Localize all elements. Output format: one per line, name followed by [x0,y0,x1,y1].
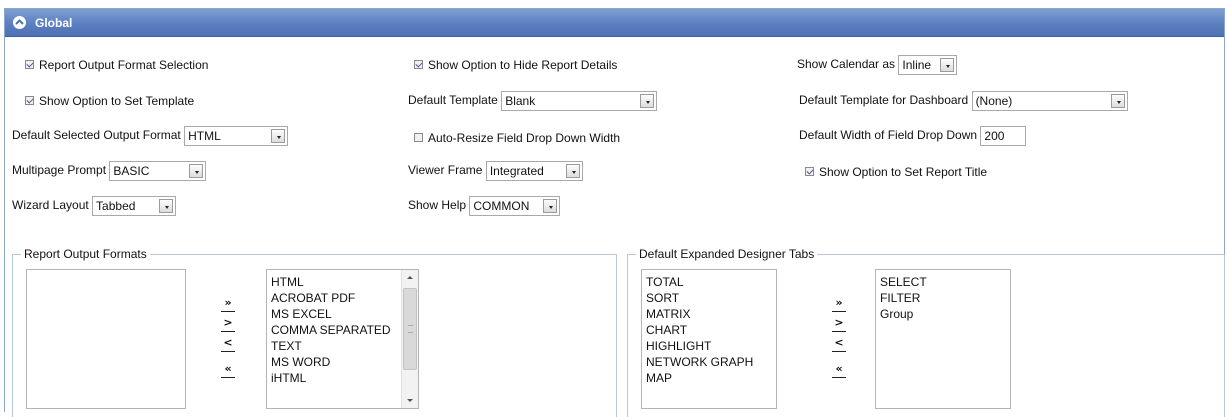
show-option-set-report-title-checkbox[interactable] [805,167,814,177]
report-output-format-selection-option[interactable]: Report Output Format Selection [25,58,208,72]
multipage-prompt-select[interactable]: BASIC [109,161,207,181]
wizard-layout-row: Wizard Layout Tabbed [12,196,177,216]
multipage-prompt-value: BASIC [113,164,150,178]
list-item[interactable]: MS EXCEL [271,306,418,322]
global-panel: Global Report Output Format Selection Sh… [4,8,1225,417]
default-template-dashboard-label: Default Template for Dashboard [799,93,969,108]
list-item[interactable]: TEXT [271,338,418,354]
show-calendar-as-row: Show Calendar as Inline [797,55,958,75]
chevron-down-icon[interactable] [271,129,286,143]
show-calendar-as-select[interactable]: Inline [898,55,958,75]
list-item[interactable]: SORT [646,290,776,306]
list-item[interactable]: HTML [271,274,418,290]
show-help-row: Show Help COMMON [408,196,561,216]
show-help-label: Show Help [408,198,467,213]
default-template-dashboard-value: (None) [975,94,1013,108]
panel-title: Global [35,16,73,30]
viewer-frame-select[interactable]: Integrated [485,161,583,181]
default-template-row: Default Template Blank [408,91,658,111]
list-item[interactable]: MATRIX [646,306,776,322]
list-item[interactable]: SELECT [880,274,1010,290]
show-option-set-report-title-label: Show Option to Set Report Title [819,165,988,179]
report-output-format-selection-checkbox[interactable] [25,60,34,70]
move-left-button[interactable]: < [832,336,846,352]
default-selected-output-format-value: HTML [188,129,221,143]
show-option-set-template-checkbox[interactable] [25,96,34,106]
scroll-thumb[interactable] [403,288,417,370]
chevron-down-icon[interactable] [565,164,580,178]
show-option-hide-report-details-checkbox[interactable] [414,60,423,70]
default-selected-output-format-label: Default Selected Output Format [12,128,181,143]
list-item[interactable]: Group [880,306,1010,322]
show-option-set-report-title-option[interactable]: Show Option to Set Report Title [805,165,987,179]
move-left-button[interactable]: < [221,336,235,352]
wizard-layout-value: Tabbed [96,199,136,213]
chevron-down-icon[interactable] [940,58,955,72]
wizard-layout-select[interactable]: Tabbed [92,196,177,216]
default-selected-output-format-select[interactable]: HTML [184,126,289,146]
list-item[interactable]: NETWORK GRAPH [646,354,776,370]
list-item[interactable]: COMMA SEPARATED [271,322,418,338]
move-all-left-button[interactable]: « [221,362,235,378]
move-right-button[interactable]: > [221,316,235,332]
auto-resize-field-drop-down-label: Auto-Resize Field Drop Down Width [428,131,621,145]
chevron-down-icon[interactable] [1110,94,1125,108]
wizard-layout-label: Wizard Layout [12,198,89,213]
show-calendar-as-label: Show Calendar as [797,57,896,72]
default-expanded-designer-tabs-legend: Default Expanded Designer Tabs [639,247,815,261]
report-output-formats-legend: Report Output Formats [24,247,147,261]
default-template-dashboard-select[interactable]: (None) [971,91,1128,111]
selected-designer-tabs-list[interactable]: SELECT FILTER Group [875,269,1011,409]
move-all-right-button[interactable]: » [832,296,846,312]
default-width-field-drop-down-label: Default Width of Field Drop Down [799,128,978,143]
list-item[interactable]: MS WORD [271,354,418,370]
viewer-frame-value: Integrated [489,164,544,178]
default-template-dashboard-row: Default Template for Dashboard (None) [799,91,1128,111]
report-output-format-selection-label: Report Output Format Selection [39,58,209,72]
scroll-up-arrow-icon[interactable] [402,270,418,286]
auto-resize-field-drop-down-checkbox[interactable] [414,133,423,143]
scroll-down-arrow-icon[interactable] [402,392,418,408]
available-output-formats-list[interactable] [26,269,186,409]
show-help-value: COMMON [473,199,530,213]
default-width-field-drop-down-input[interactable]: 200 [980,126,1027,146]
multipage-prompt-label: Multipage Prompt [12,163,107,178]
selected-output-formats-list[interactable]: HTML ACROBAT PDF MS EXCEL COMMA SEPARATE… [266,269,419,409]
show-option-set-template-option[interactable]: Show Option to Set Template [25,94,194,108]
list-scrollbar[interactable] [401,270,418,408]
default-selected-output-format-row: Default Selected Output Format HTML [12,126,289,146]
viewer-frame-row: Viewer Frame Integrated [408,161,583,181]
show-help-select[interactable]: COMMON [469,196,561,216]
chevron-down-icon[interactable] [159,199,174,213]
default-template-label: Default Template [408,93,498,108]
available-designer-tabs-list[interactable]: TOTAL SORT MATRIX CHART HIGHLIGHT NETWOR… [641,269,777,409]
move-all-right-button[interactable]: » [221,296,235,312]
show-calendar-as-value: Inline [902,58,932,72]
list-item[interactable]: TOTAL [646,274,776,290]
show-option-hide-report-details-label: Show Option to Hide Report Details [428,58,618,72]
chevron-down-icon[interactable] [640,94,655,108]
default-width-field-drop-down-row: Default Width of Field Drop Down 200 [799,126,1027,146]
list-item[interactable]: MAP [646,370,776,386]
default-template-select[interactable]: Blank [501,91,658,111]
list-item[interactable]: HIGHLIGHT [646,338,776,354]
auto-resize-field-drop-down-option[interactable]: Auto-Resize Field Drop Down Width [414,131,620,145]
chevron-up-icon[interactable] [13,16,26,29]
show-option-hide-report-details-option[interactable]: Show Option to Hide Report Details [414,58,617,72]
list-item[interactable]: CHART [646,322,776,338]
multipage-prompt-row: Multipage Prompt BASIC [12,161,207,181]
show-option-set-template-label: Show Option to Set Template [39,94,195,108]
list-item[interactable]: iHTML [271,370,418,386]
list-item[interactable]: FILTER [880,290,1010,306]
default-template-value: Blank [505,94,536,108]
list-item[interactable]: ACROBAT PDF [271,290,418,306]
viewer-frame-label: Viewer Frame [408,163,483,178]
panel-header[interactable]: Global [5,9,1224,37]
chevron-down-icon[interactable] [189,164,204,178]
chevron-down-icon[interactable] [543,199,558,213]
move-all-left-button[interactable]: « [832,362,846,378]
move-right-button[interactable]: > [832,316,846,332]
